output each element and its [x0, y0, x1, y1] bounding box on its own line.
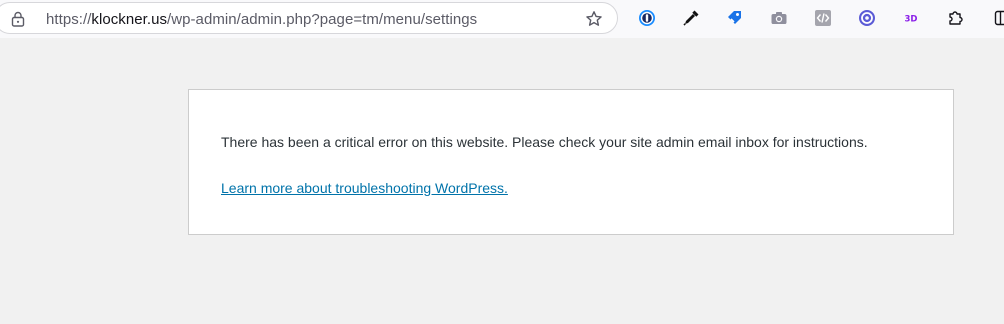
sidebar-icon[interactable]	[994, 9, 1004, 27]
address-bar[interactable]: https://klockner.us/wp-admin/admin.php?p…	[0, 2, 618, 34]
svg-text:3D: 3D	[905, 15, 918, 25]
puzzle-extensions-icon[interactable]	[946, 9, 964, 27]
lock-icon[interactable]	[11, 11, 25, 27]
code-view-icon[interactable]	[814, 9, 832, 27]
eyedropper-icon[interactable]	[682, 9, 700, 27]
tag-extension-icon[interactable]	[726, 9, 744, 27]
camera-icon[interactable]	[770, 9, 788, 27]
error-panel: There has been a critical error on this …	[188, 89, 954, 235]
bookmark-star-icon[interactable]	[585, 10, 603, 28]
critical-error-message: There has been a critical error on this …	[221, 134, 868, 150]
browser-toolbar: https://klockner.us/wp-admin/admin.php?p…	[0, 0, 1004, 38]
troubleshooting-link[interactable]: Learn more about troubleshooting WordPre…	[221, 180, 508, 196]
url-scheme: https://	[46, 11, 92, 28]
3d-extension-icon[interactable]: 3D	[902, 9, 920, 27]
url-host: klockner.us	[91, 11, 168, 28]
url-text[interactable]: https://klockner.us/wp-admin/admin.php?p…	[46, 11, 477, 28]
url-path: /wp-admin/admin.php?page=tm/menu/setting…	[167, 11, 478, 28]
circle-extension-icon[interactable]	[858, 9, 876, 27]
1password-icon[interactable]	[638, 9, 656, 27]
